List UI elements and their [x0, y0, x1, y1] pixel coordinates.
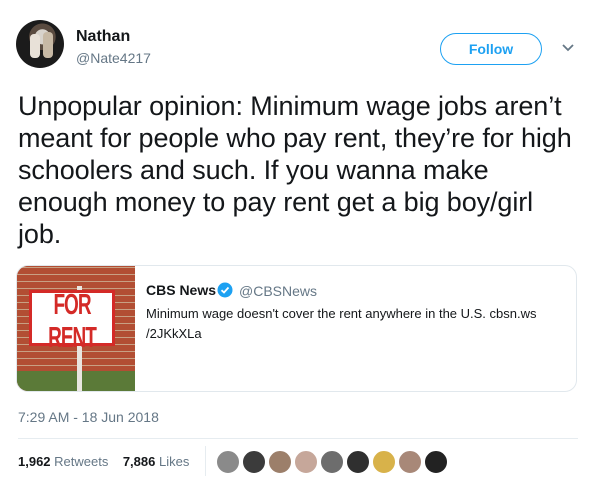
sign-text: FOR RENT: [48, 290, 97, 355]
user-avatar[interactable]: [16, 20, 64, 68]
card-account-name: CBS News: [146, 282, 217, 298]
liker-avatar[interactable]: [242, 450, 266, 474]
for-rent-sign: FOR RENT: [29, 290, 115, 355]
retweet-label[interactable]: Retweets: [54, 454, 108, 469]
user-name[interactable]: Nathan: [76, 28, 130, 46]
divider: [205, 446, 206, 476]
liker-avatar[interactable]: [268, 450, 292, 474]
tweet-text: Unpopular opinion: Minimum wage jobs are…: [18, 91, 572, 249]
avatar-figure: [43, 32, 53, 58]
avatar-figure: [30, 34, 40, 58]
card-account-handle: @CBSNews: [239, 283, 318, 299]
divider: [18, 438, 578, 439]
tweet-stats: 1,962 Retweets 7,886 Likes: [18, 454, 189, 469]
card-text: Minimum wage doesn't cover the rent anyw…: [146, 306, 537, 341]
liker-avatar[interactable]: [216, 450, 240, 474]
like-count[interactable]: 7,886: [123, 454, 156, 469]
tweet-timestamp[interactable]: 7:29 AM - 18 Jun 2018: [18, 409, 159, 425]
card-image: FOR RENT: [17, 266, 135, 391]
retweet-count[interactable]: 1,962: [18, 454, 51, 469]
chevron-down-icon[interactable]: [561, 41, 575, 55]
link-card[interactable]: FOR RENT CBS News @CBSNews Minimum wage …: [16, 265, 577, 392]
liker-avatar[interactable]: [398, 450, 422, 474]
liker-avatar[interactable]: [320, 450, 344, 474]
liker-avatar[interactable]: [424, 450, 448, 474]
user-handle[interactable]: @Nate4217: [76, 50, 151, 66]
card-image-lawn: [17, 371, 135, 391]
liker-avatar[interactable]: [346, 450, 370, 474]
liker-avatar[interactable]: [372, 450, 396, 474]
like-label[interactable]: Likes: [159, 454, 189, 469]
follow-button[interactable]: Follow: [440, 33, 542, 65]
verified-icon: [217, 282, 233, 298]
liker-avatar[interactable]: [294, 450, 318, 474]
